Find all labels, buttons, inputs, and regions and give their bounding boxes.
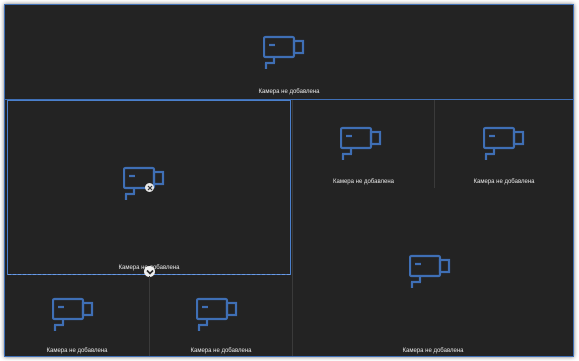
camera-cell-6[interactable]: Камера не добавлена [5,276,149,356]
camera-cell-label: Камера не добавлена [473,179,535,185]
camera-icon [409,252,451,290]
camera-icon [263,33,305,71]
camera-cell-4[interactable]: Камера не добавлена [435,100,573,190]
camera-cell-7[interactable]: Камера не добавлена [150,276,292,356]
camera-cell-3[interactable]: Камера не добавлена [293,100,434,190]
camera-cell-label: Камера не добавлена [258,89,320,95]
camera-cell-1[interactable]: Камера не добавлена [5,5,573,99]
camera-cell-5[interactable]: Камера не добавлена [293,190,573,356]
camera-icon [196,295,238,333]
camera-cell-label: Камера не добавлена [46,348,108,354]
chevron-down-icon [145,269,154,275]
camera-icon [483,124,525,162]
camera-icon [52,295,94,333]
camera-cell-label: Камера не добавлена [333,179,394,185]
camera-icon [340,124,382,162]
camera-icon [123,164,165,202]
camera-cell-label: Камера не добавлена [190,348,252,354]
camera-grid: Камера не добавлена Камера не добавлена … [4,4,574,357]
remove-camera-button[interactable] [145,183,154,192]
close-icon [147,185,152,190]
camera-cell-2[interactable]: Камера не добавлена [7,100,291,277]
camera-cell-label: Камера не добавлена [402,348,464,354]
